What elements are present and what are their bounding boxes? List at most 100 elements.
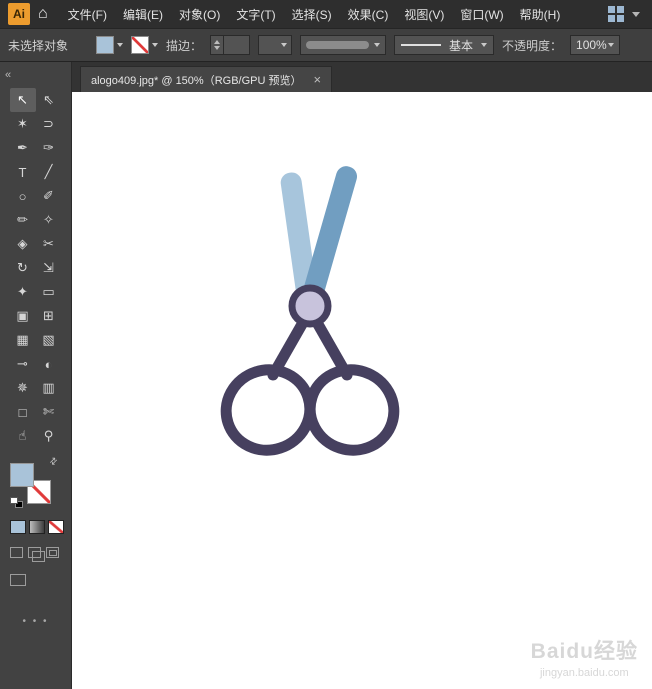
curvature-tool[interactable]: ✑ bbox=[36, 136, 62, 160]
color-button[interactable] bbox=[10, 520, 26, 534]
menu-item-effect[interactable]: 效果(C) bbox=[340, 1, 397, 28]
scissors-tool[interactable]: ✂ bbox=[36, 232, 62, 256]
chevron-down-icon bbox=[374, 43, 381, 47]
pencil-tool[interactable]: ✏ bbox=[10, 208, 36, 232]
menu-item-file[interactable]: 文件(F) bbox=[60, 1, 115, 28]
document-tab-bar: alogo409.jpg* @ 150%（RGB/GPU 预览） × bbox=[72, 62, 652, 92]
brush-name: 基本 bbox=[449, 38, 474, 53]
fill-stroke-widget: ⇄ bbox=[10, 455, 61, 508]
watermark-url: jingyan.baidu.com bbox=[539, 667, 629, 679]
draw-behind-icon[interactable] bbox=[28, 547, 45, 562]
eraser-tool[interactable]: ◈ bbox=[10, 232, 36, 256]
stroke-color-dropdown[interactable] bbox=[131, 36, 158, 54]
line-segment-tool[interactable]: ╱ bbox=[36, 160, 62, 184]
draw-inside-icon[interactable] bbox=[46, 547, 59, 558]
mesh-tool[interactable]: ▦ bbox=[10, 328, 36, 352]
perspective-grid-tool[interactable]: ⊞ bbox=[36, 304, 62, 328]
artboard-canvas[interactable]: Baidu经验 jingyan.baidu.com bbox=[72, 92, 652, 689]
gradient-button[interactable] bbox=[29, 520, 45, 534]
scissor-blade-right bbox=[302, 166, 358, 302]
stroke-weight-dropdown[interactable] bbox=[258, 35, 293, 55]
brush-definition-dropdown[interactable]: 基本 bbox=[394, 35, 495, 55]
slice-tool[interactable]: ✄ bbox=[36, 400, 62, 424]
opacity-value: 100% bbox=[576, 38, 607, 52]
collapse-panel-icon[interactable]: « bbox=[5, 69, 11, 81]
document-tab-title: alogo409.jpg* @ 150%（RGB/GPU 预览） bbox=[91, 74, 302, 87]
shaper-tool[interactable]: ✧ bbox=[36, 208, 62, 232]
menu-item-edit[interactable]: 编辑(E) bbox=[115, 1, 171, 28]
workspace-caret-icon[interactable] bbox=[632, 11, 640, 17]
app-logo: Ai bbox=[8, 3, 30, 25]
default-colors-icon[interactable] bbox=[10, 497, 23, 508]
menu-item-type[interactable]: 文字(T) bbox=[228, 1, 283, 28]
tools-panel: « ↖ ⇖ ✶ ⊃ ✒ ✑ T ╱ ○ ✐ ✏ ✧ ◈ ✂ ↻ ⇲ ✦ ▭ ▣ ⊞ ▦ ▧ ⊸ ◐ ✵ ▥ □ ✄ ☝ ⚲ ⇄ bbox=[0, 62, 72, 689]
stroke-weight-label: 描边： bbox=[166, 38, 203, 53]
column-graph-tool[interactable]: ▥ bbox=[36, 376, 62, 400]
width-profile-dropdown[interactable] bbox=[300, 35, 387, 55]
magic-wand-tool[interactable]: ✶ bbox=[10, 112, 36, 136]
direct-selection-tool[interactable]: ⇖ bbox=[36, 88, 62, 112]
color-mode-row bbox=[10, 520, 71, 534]
eyedropper-tool[interactable]: ⊸ bbox=[10, 352, 36, 376]
menu-bar: Ai ⌂ 文件(F) 编辑(E) 对象(O) 文字(T) 选择(S) 效果(C) 视图(V)… bbox=[0, 0, 652, 28]
menu-item-help[interactable]: 帮助(H) bbox=[512, 1, 569, 28]
tools-panel-header: « bbox=[0, 62, 71, 88]
rotate-tool[interactable]: ↻ bbox=[10, 256, 36, 280]
blend-tool[interactable]: ◐ bbox=[36, 352, 62, 376]
menu-item-object[interactable]: 对象(O) bbox=[171, 1, 228, 28]
edit-toolbar-button[interactable]: • • • bbox=[0, 616, 71, 627]
watermark: Baidu经验 jingyan.baidu.com bbox=[531, 635, 638, 679]
artboard-tool[interactable]: □ bbox=[10, 400, 36, 424]
shape-builder-tool[interactable]: ▣ bbox=[10, 304, 36, 328]
symbol-sprayer-tool[interactable]: ✵ bbox=[10, 376, 36, 400]
zoom-tool[interactable]: ⚲ bbox=[36, 424, 62, 448]
selection-status: 未选择对象 bbox=[8, 38, 69, 53]
main-region: « ↖ ⇖ ✶ ⊃ ✒ ✑ T ╱ ○ ✐ ✏ ✧ ◈ ✂ ↻ ⇲ ✦ ▭ ▣ ⊞ ▦ ▧ ⊸ ◐ ✵ ▥ □ ✄ ☝ ⚲ ⇄ bbox=[0, 62, 652, 689]
chevron-down-icon bbox=[117, 43, 123, 47]
menu-item-view[interactable]: 视图(V) bbox=[396, 1, 452, 28]
scissors-artwork bbox=[220, 166, 400, 456]
width-tool[interactable]: ✦ bbox=[10, 280, 36, 304]
ellipse-tool[interactable]: ○ bbox=[10, 184, 36, 208]
stroke-weight-stepper[interactable] bbox=[210, 35, 251, 55]
stepper-arrows-icon[interactable] bbox=[211, 36, 225, 54]
fill-color-dropdown[interactable] bbox=[96, 36, 123, 54]
chevron-down-icon bbox=[608, 43, 615, 47]
scale-tool[interactable]: ⇲ bbox=[36, 256, 62, 280]
swap-colors-icon[interactable]: ⇄ bbox=[48, 455, 61, 468]
tools-grid: ↖ ⇖ ✶ ⊃ ✒ ✑ T ╱ ○ ✐ ✏ ✧ ◈ ✂ ↻ ⇲ ✦ ▭ ▣ ⊞ ▦ ▧ ⊸ ◐ ✵ ▥ □ ✄ ☝ ⚲ bbox=[0, 88, 71, 448]
draw-normal-icon[interactable] bbox=[10, 547, 23, 558]
menu-items: 文件(F) 编辑(E) 对象(O) 文字(T) 选择(S) 效果(C) 视图(V) 窗口(W)… bbox=[60, 1, 569, 28]
brush-stroke-preview bbox=[401, 44, 442, 46]
scissor-handles bbox=[220, 313, 400, 456]
none-button[interactable] bbox=[48, 520, 64, 534]
menu-item-window[interactable]: 窗口(W) bbox=[452, 1, 511, 28]
close-tab-icon[interactable]: × bbox=[313, 73, 321, 86]
document-tab[interactable]: alogo409.jpg* @ 150%（RGB/GPU 预览） × bbox=[80, 66, 333, 92]
pen-tool[interactable]: ✒ bbox=[10, 136, 36, 160]
chevron-down-icon bbox=[281, 43, 288, 47]
document-area: alogo409.jpg* @ 150%（RGB/GPU 预览） × Baidu… bbox=[72, 62, 652, 689]
draw-modes-row bbox=[10, 547, 71, 562]
screen-mode-button[interactable] bbox=[10, 574, 26, 586]
opacity-dropdown[interactable]: 100% bbox=[570, 35, 621, 55]
menu-item-select[interactable]: 选择(S) bbox=[284, 1, 340, 28]
watermark-title: Baidu经验 bbox=[530, 640, 638, 663]
stroke-none-swatch[interactable] bbox=[131, 36, 149, 54]
free-transform-tool[interactable]: ▭ bbox=[36, 280, 62, 304]
width-profile-preview bbox=[306, 41, 370, 49]
chevron-down-icon bbox=[152, 43, 158, 47]
gradient-tool[interactable]: ▧ bbox=[36, 328, 62, 352]
home-icon[interactable]: ⌂ bbox=[38, 5, 48, 23]
type-tool[interactable]: T bbox=[10, 160, 36, 184]
fill-color-proxy[interactable] bbox=[10, 463, 34, 487]
workspace-switcher-icon[interactable] bbox=[608, 6, 624, 22]
hand-tool[interactable]: ☝ bbox=[10, 424, 36, 448]
illustrator-window: Ai ⌂ 文件(F) 编辑(E) 对象(O) 文字(T) 选择(S) 效果(C) 视图(V)… bbox=[0, 0, 652, 689]
chevron-down-icon bbox=[481, 43, 487, 47]
selection-tool[interactable]: ↖ bbox=[9, 88, 36, 112]
paintbrush-tool[interactable]: ✐ bbox=[36, 184, 62, 208]
opacity-label: 不透明度： bbox=[502, 38, 563, 53]
lasso-tool[interactable]: ⊃ bbox=[36, 112, 62, 136]
fill-swatch[interactable] bbox=[96, 36, 114, 54]
